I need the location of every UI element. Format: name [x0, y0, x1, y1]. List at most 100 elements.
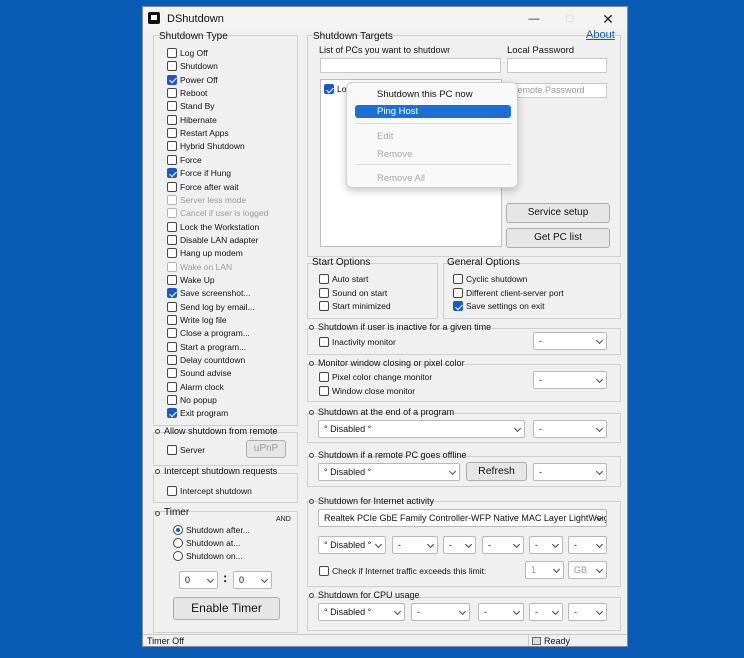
enable-timer-button[interactable]: Enable Timer: [173, 597, 280, 620]
cpu-option-select[interactable]: -: [568, 603, 607, 621]
timer-minutes-select[interactable]: 0: [233, 571, 272, 589]
checkbox-box[interactable]: [453, 274, 463, 284]
checkbox-box[interactable]: [167, 208, 177, 219]
checkbox-box[interactable]: [167, 221, 177, 232]
shutdown-type-force[interactable]: Force: [167, 154, 202, 166]
traffic-limit-select[interactable]: 1: [525, 561, 564, 579]
internet-mode-select[interactable]: ° Disabled °: [318, 536, 386, 554]
checkbox-box[interactable]: [167, 101, 177, 112]
checkbox-box[interactable]: [167, 328, 177, 339]
shutdown-type-send-log-by-email[interactable]: Send log by email...: [167, 301, 255, 313]
checkbox-box[interactable]: [167, 315, 177, 325]
checkbox-box[interactable]: [167, 154, 177, 165]
checkbox-box[interactable]: [167, 168, 177, 179]
general-option-cyclic-shutdown[interactable]: Cyclic shutdown: [453, 273, 527, 285]
internet-option-select[interactable]: -: [568, 536, 607, 554]
checkbox-box[interactable]: [167, 368, 177, 379]
shutdown-type-delay-countdown[interactable]: Delay countdown: [167, 354, 245, 366]
monitor-select[interactable]: -: [533, 371, 607, 389]
traffic-limit-checkbox[interactable]: Check if Internet traffic exceeds this l…: [319, 565, 486, 577]
cpu-option-select[interactable]: -: [529, 603, 563, 621]
service-setup-button[interactable]: Service setup: [506, 203, 610, 223]
menu-item-ping-host[interactable]: Ping Host: [355, 105, 511, 118]
timer-option-shutdown-at[interactable]: Shutdown at...: [173, 537, 240, 549]
shutdown-type-force-if-hung[interactable]: Force if Hung: [167, 167, 231, 179]
shutdown-type-close-a-program[interactable]: Close a program...: [167, 327, 250, 339]
server-checkbox[interactable]: Server: [167, 444, 205, 456]
start-option-start-minimized[interactable]: Start minimized: [319, 300, 391, 312]
shutdown-type-log-off[interactable]: Log Off: [167, 47, 208, 59]
shutdown-type-disable-lan-adapter[interactable]: Disable LAN adapter: [167, 234, 258, 246]
window-monitor-checkbox[interactable]: Window close monitor: [319, 385, 415, 397]
shutdown-type-hibernate[interactable]: Hibernate: [167, 114, 217, 126]
shutdown-type-force-after-wait[interactable]: Force after wait: [167, 181, 239, 193]
shutdown-type-hang-up-modem[interactable]: Hang up modem: [167, 247, 243, 259]
shutdown-type-write-log-file[interactable]: Write log file: [167, 314, 227, 326]
maximize-button[interactable]: □: [551, 7, 589, 31]
checkbox-box[interactable]: [167, 248, 177, 259]
shutdown-type-hybrid-shutdown[interactable]: Hybrid Shutdown: [167, 140, 245, 152]
shutdown-type-restart-apps[interactable]: Restart Apps: [167, 127, 229, 139]
shutdown-type-lock-the-workstation[interactable]: Lock the Workstation: [167, 221, 259, 233]
upnp-button[interactable]: uPnP: [246, 440, 286, 458]
shutdown-type-start-a-program[interactable]: Start a program...: [167, 341, 246, 353]
shutdown-type-save-screenshot[interactable]: Save screenshot...: [167, 287, 250, 299]
radio-icon[interactable]: [173, 538, 183, 548]
checkbox-box[interactable]: [167, 301, 177, 312]
checkbox-box[interactable]: [167, 141, 177, 152]
pixel-monitor-checkbox[interactable]: Pixel color change monitor: [319, 371, 432, 383]
checkbox-box[interactable]: [167, 341, 177, 352]
checkbox-box[interactable]: [319, 287, 329, 298]
remote-password-input[interactable]: Remote Password: [507, 83, 607, 98]
shutdown-type-wake-up[interactable]: Wake Up: [167, 274, 215, 286]
checkbox-box[interactable]: [167, 381, 177, 392]
radio-icon[interactable]: [173, 525, 183, 535]
general-option-save-settings-on-exit[interactable]: Save settings on exit: [453, 300, 544, 312]
internet-option-select[interactable]: -: [443, 536, 476, 554]
shutdown-type-wake-on-lan[interactable]: Wake on LAN: [167, 261, 232, 273]
checkbox-box[interactable]: [167, 128, 177, 139]
checkbox-box[interactable]: [319, 274, 329, 284]
timer-option-shutdown-on[interactable]: Shutdown on...: [173, 550, 243, 562]
end-program-select[interactable]: ° Disabled °: [318, 420, 525, 438]
shutdown-type-reboot[interactable]: Reboot: [167, 87, 207, 99]
shutdown-type-server-less-mode[interactable]: Server less mode: [167, 194, 246, 206]
checkbox-box[interactable]: [167, 261, 177, 272]
checkbox-box[interactable]: [167, 194, 177, 205]
local-password-input[interactable]: [507, 58, 607, 73]
menu-item-remove-all[interactable]: Remove All: [355, 172, 511, 185]
cpu-option-select[interactable]: -: [478, 603, 524, 621]
shutdown-type-alarm-clock[interactable]: Alarm clock: [167, 381, 224, 393]
timer-hours-select[interactable]: 0: [179, 571, 218, 589]
timer-option-shutdown-after[interactable]: Shutdown after...: [173, 524, 250, 536]
menu-item-edit[interactable]: Edit: [355, 130, 511, 143]
close-button[interactable]: ✕: [589, 7, 627, 31]
shutdown-type-cancel-if-user-is-logged[interactable]: Cancel if user is logged: [167, 207, 268, 219]
pc-name-input[interactable]: [320, 58, 501, 73]
internet-option-select[interactable]: -: [529, 536, 563, 554]
checkbox-box[interactable]: [167, 88, 177, 99]
intercept-checkbox[interactable]: Intercept shutdown: [167, 485, 252, 497]
checkbox-box[interactable]: [453, 301, 463, 311]
traffic-unit-select[interactable]: GB: [568, 561, 607, 579]
checkbox-box[interactable]: [167, 181, 177, 192]
checkbox-box[interactable]: [167, 288, 177, 299]
refresh-button[interactable]: Refresh: [466, 462, 527, 481]
general-option-different-client-server-port[interactable]: Different client-server port: [453, 287, 564, 299]
menu-item-shutdown-this-pc-now[interactable]: Shutdown this PC now: [355, 88, 511, 101]
shutdown-type-no-popup[interactable]: No popup: [167, 394, 217, 406]
checkbox-box[interactable]: [167, 355, 177, 366]
start-option-sound-on-start[interactable]: Sound on start: [319, 287, 387, 299]
checkbox-box[interactable]: [319, 301, 329, 311]
shutdown-type-stand-by[interactable]: Stand By: [167, 100, 215, 112]
internet-option-select[interactable]: -: [482, 536, 524, 554]
checkbox-box[interactable]: [167, 61, 177, 72]
checkbox-box[interactable]: [167, 395, 177, 406]
cpu-option-select[interactable]: -: [411, 603, 470, 621]
checkbox-box[interactable]: [167, 274, 177, 285]
checkbox-box[interactable]: [167, 114, 177, 125]
checkbox-box[interactable]: [167, 74, 177, 85]
shutdown-type-power-off[interactable]: Power Off: [167, 74, 218, 86]
checkbox-box[interactable]: [453, 287, 463, 298]
cpu-mode-select[interactable]: ° Disabled °: [318, 603, 405, 621]
